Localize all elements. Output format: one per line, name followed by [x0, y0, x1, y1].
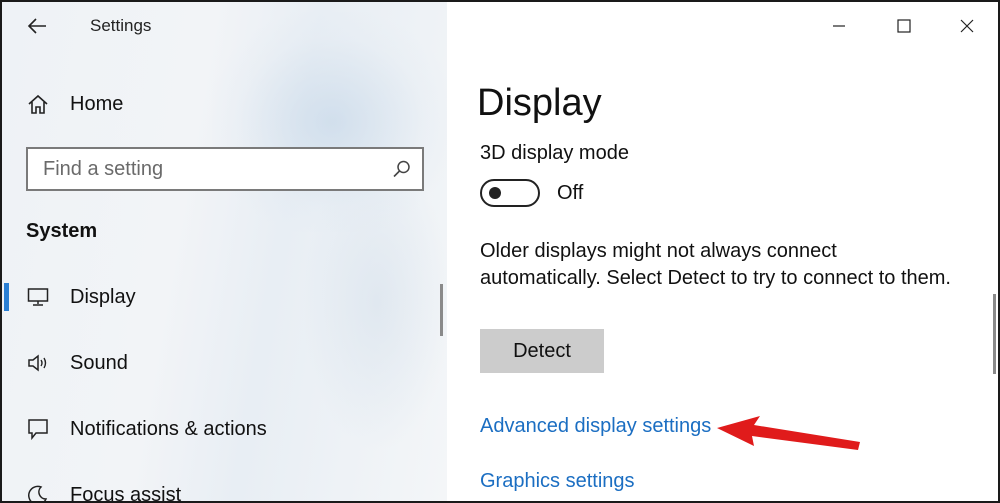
sidebar: Settings Home System — [2, 2, 447, 503]
monitor-icon — [26, 285, 50, 309]
settings-window: Settings Home System — [0, 0, 1000, 503]
page-title: Display — [477, 82, 602, 124]
sidebar-item-notifications[interactable]: Notifications & actions — [2, 407, 447, 451]
moon-icon — [26, 483, 50, 501]
sidebar-item-focus-assist[interactable]: Focus assist — [2, 473, 447, 503]
maximize-icon — [897, 19, 911, 33]
sidebar-item-label: Notifications & actions — [70, 417, 267, 440]
toggle-knob — [489, 187, 501, 199]
back-button[interactable] — [24, 14, 50, 38]
search-input[interactable] — [43, 157, 373, 181]
minimize-button[interactable] — [819, 8, 859, 44]
sidebar-item-label: Home — [70, 92, 124, 115]
speaker-icon — [26, 351, 50, 375]
3d-display-mode-toggle[interactable] — [480, 179, 540, 207]
selection-indicator — [4, 283, 9, 311]
content-scrollbar[interactable] — [993, 294, 996, 374]
home-icon — [26, 92, 50, 116]
sidebar-item-label: Sound — [70, 351, 128, 374]
search-icon[interactable] — [392, 159, 412, 179]
notification-icon — [26, 417, 50, 441]
sidebar-scrollbar[interactable] — [440, 284, 443, 336]
sidebar-item-label: Display — [70, 285, 136, 308]
sidebar-item-home[interactable]: Home — [26, 88, 123, 120]
back-arrow-icon — [27, 18, 46, 34]
detect-button[interactable]: Detect — [480, 329, 604, 373]
toggle-state-label: Off — [557, 182, 584, 204]
sidebar-item-display[interactable]: Display — [2, 275, 447, 319]
detect-description: Older displays might not always connect … — [480, 240, 951, 289]
app-title: Settings — [90, 16, 152, 35]
section-title: System — [26, 220, 98, 242]
close-icon — [960, 19, 974, 33]
3d-display-mode-label: 3D display mode — [480, 142, 629, 164]
sidebar-item-sound[interactable]: Sound — [2, 341, 447, 385]
close-button[interactable] — [947, 8, 987, 44]
minimize-icon — [833, 25, 845, 27]
graphics-settings-link[interactable]: Graphics settings — [480, 470, 635, 493]
maximize-button[interactable] — [884, 8, 924, 44]
search-box[interactable] — [26, 147, 424, 191]
annotation-arrow-icon — [717, 416, 860, 450]
sidebar-item-label: Focus assist — [70, 483, 182, 503]
advanced-display-settings-link[interactable]: Advanced display settings — [480, 415, 711, 438]
